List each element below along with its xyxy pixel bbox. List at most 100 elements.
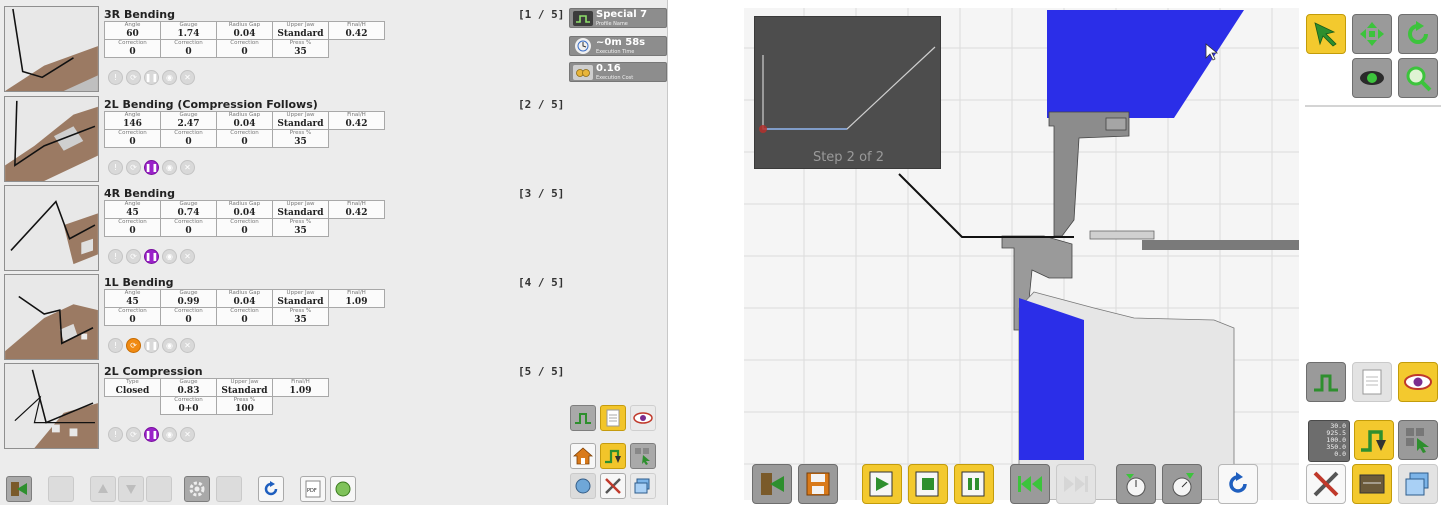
radius-gap-field[interactable]: Radius Gap 0.04 — [216, 21, 273, 40]
step-card-2[interactable]: 2L Bending (Compression Follows) [2 / 5]… — [4, 96, 564, 182]
radius-gap-field[interactable]: Radius Gap 0.04 — [216, 289, 273, 308]
play-button[interactable] — [862, 464, 902, 504]
eye-view-button[interactable] — [1398, 362, 1438, 402]
pause-mode-icon[interactable]: ❚❚ — [144, 427, 159, 442]
angle-correction-field[interactable]: Correction 0 — [104, 129, 161, 148]
exit-button[interactable] — [6, 476, 32, 502]
gauge-field[interactable]: Gauge 0.99 — [160, 289, 217, 308]
share-button[interactable] — [330, 476, 356, 502]
angle-field[interactable]: Angle 146 — [104, 111, 161, 130]
cancel-mode-icon[interactable]: ✕ — [180, 427, 195, 442]
skip-mode-icon[interactable]: ◉ — [162, 160, 177, 175]
angle-field[interactable]: Angle 45 — [104, 289, 161, 308]
gauge-correction-field[interactable]: Correction 0 — [160, 129, 217, 148]
speed-slower-button[interactable] — [1116, 464, 1156, 504]
skip-mode-icon[interactable]: ◉ — [162, 338, 177, 353]
refresh-button[interactable] — [258, 476, 284, 502]
radius-gap-field[interactable]: Radius Gap 0.04 — [216, 200, 273, 219]
final-h-field[interactable]: Final/H 0.42 — [328, 21, 385, 40]
gear-icon[interactable] — [184, 476, 210, 502]
step-card-5[interactable]: 2L Compression [5 / 5] Type Closed Gauge 0… — [4, 363, 564, 449]
bending-tool-button[interactable] — [1354, 420, 1394, 460]
gauge-correction-field[interactable]: Correction 0 — [160, 218, 217, 237]
compression-type-field[interactable]: Type Closed — [104, 378, 161, 397]
pan-tool-button[interactable] — [1352, 14, 1392, 54]
step-back-button[interactable] — [1010, 464, 1050, 504]
zoom-tool-button[interactable] — [1398, 58, 1438, 98]
step-forward-button[interactable] — [1056, 464, 1096, 504]
gauge-field[interactable]: Gauge 1.74 — [160, 21, 217, 40]
home-button[interactable] — [570, 443, 596, 469]
save-button[interactable] — [798, 464, 838, 504]
gap-correction-field[interactable]: Correction 0 — [216, 129, 273, 148]
upper-jaw-field[interactable]: Upper Jaw Standard — [272, 21, 329, 40]
press-percent-field[interactable]: Press % 100 — [216, 396, 273, 415]
settings-tools-button[interactable] — [1306, 464, 1346, 504]
reset-button[interactable] — [1218, 464, 1258, 504]
angle-field[interactable]: Angle 45 — [104, 200, 161, 219]
angle-correction-field[interactable]: Correction 0 — [104, 307, 161, 326]
step-card-1[interactable]: 3R Bending [1 / 5] Angle 60 Gauge 1.74 Rad… — [4, 6, 564, 92]
radius-gap-field[interactable]: Radius Gap 0.04 — [216, 111, 273, 130]
stop-button[interactable] — [908, 464, 948, 504]
gauge-correction-field[interactable]: Correction 0 — [160, 307, 217, 326]
manual-mode-icon[interactable]: ! — [108, 427, 123, 442]
final-h-field[interactable]: Final/H 0.42 — [328, 200, 385, 219]
press-percent-field[interactable]: Press % 35 — [272, 39, 329, 58]
view-tool-button[interactable] — [1352, 58, 1392, 98]
pdf-export-button[interactable]: PDF — [300, 476, 326, 502]
optimize-button[interactable] — [216, 476, 242, 502]
cancel-mode-icon[interactable]: ✕ — [180, 249, 195, 264]
gauge-field[interactable]: Gauge 2.47 — [160, 111, 217, 130]
skip-mode-icon[interactable]: ◉ — [162, 427, 177, 442]
gauge-field[interactable]: Gauge 0.83 — [160, 378, 217, 397]
pause-mode-icon[interactable]: ❚❚ — [144, 70, 159, 85]
gap-correction-field[interactable]: Correction 0 — [216, 307, 273, 326]
pause-mode-icon[interactable]: ❚❚ — [144, 338, 159, 353]
auto-mode-icon[interactable]: ⟳ — [126, 427, 141, 442]
exit-button[interactable] — [752, 464, 792, 504]
cancel-mode-icon[interactable]: ✕ — [180, 338, 195, 353]
angle-field[interactable]: Angle 60 — [104, 21, 161, 40]
upper-jaw-field[interactable]: Upper Jaw Standard — [272, 111, 329, 130]
bending-tool-button[interactable] — [600, 443, 626, 469]
step-card-3[interactable]: 4R Bending [3 / 5] Angle 45 Gauge 0.74 Rad… — [4, 185, 564, 271]
select-tool-button[interactable] — [630, 443, 656, 469]
speed-faster-button[interactable] — [1162, 464, 1202, 504]
eye-view-button[interactable] — [630, 405, 656, 431]
save-button-disabled[interactable] — [48, 476, 74, 502]
pause-button[interactable] — [954, 464, 994, 504]
correction-field[interactable]: Correction 0+0 — [160, 396, 217, 415]
report-button[interactable] — [1352, 362, 1392, 402]
final-h-field[interactable]: Final/H 0.42 — [328, 111, 385, 130]
globe-button[interactable] — [570, 473, 596, 499]
settings-tools-button[interactable] — [600, 473, 626, 499]
auto-mode-icon[interactable]: ⟳ — [126, 249, 141, 264]
display-settings-button[interactable] — [1352, 464, 1392, 504]
upper-jaw-field[interactable]: Upper Jaw Standard — [272, 200, 329, 219]
manual-mode-icon[interactable]: ! — [108, 249, 123, 264]
report-button[interactable] — [600, 405, 626, 431]
press-percent-field[interactable]: Press % 35 — [272, 218, 329, 237]
pointer-tool-button[interactable] — [1306, 14, 1346, 54]
pause-mode-icon[interactable]: ❚❚ — [144, 160, 159, 175]
move-up-button[interactable] — [90, 476, 116, 502]
auto-mode-icon[interactable]: ⟳ — [126, 70, 141, 85]
windows-button[interactable] — [630, 473, 656, 499]
upper-jaw-field[interactable]: Upper Jaw Standard — [272, 289, 329, 308]
gauge-correction-field[interactable]: Correction 0 — [160, 39, 217, 58]
windows-button[interactable] — [1398, 464, 1438, 504]
select-tool-button[interactable] — [1398, 420, 1438, 460]
step-card-4[interactable]: 1L Bending [4 / 5] Angle 45 Gauge 0.99 Rad… — [4, 274, 564, 360]
move-down-button[interactable] — [118, 476, 144, 502]
manual-mode-icon[interactable]: ! — [108, 160, 123, 175]
skip-mode-icon[interactable]: ◉ — [162, 70, 177, 85]
gap-correction-field[interactable]: Correction 0 — [216, 39, 273, 58]
rotate-tool-button[interactable] — [1398, 14, 1438, 54]
auto-mode-icon[interactable]: ⟳ — [126, 338, 141, 353]
upper-jaw-field[interactable]: Upper Jaw Standard — [216, 378, 273, 397]
press-percent-field[interactable]: Press % 35 — [272, 129, 329, 148]
delete-step-button[interactable] — [146, 476, 172, 502]
final-h-field[interactable]: Final/H 1.09 — [328, 289, 385, 308]
angle-correction-field[interactable]: Correction 0 — [104, 218, 161, 237]
